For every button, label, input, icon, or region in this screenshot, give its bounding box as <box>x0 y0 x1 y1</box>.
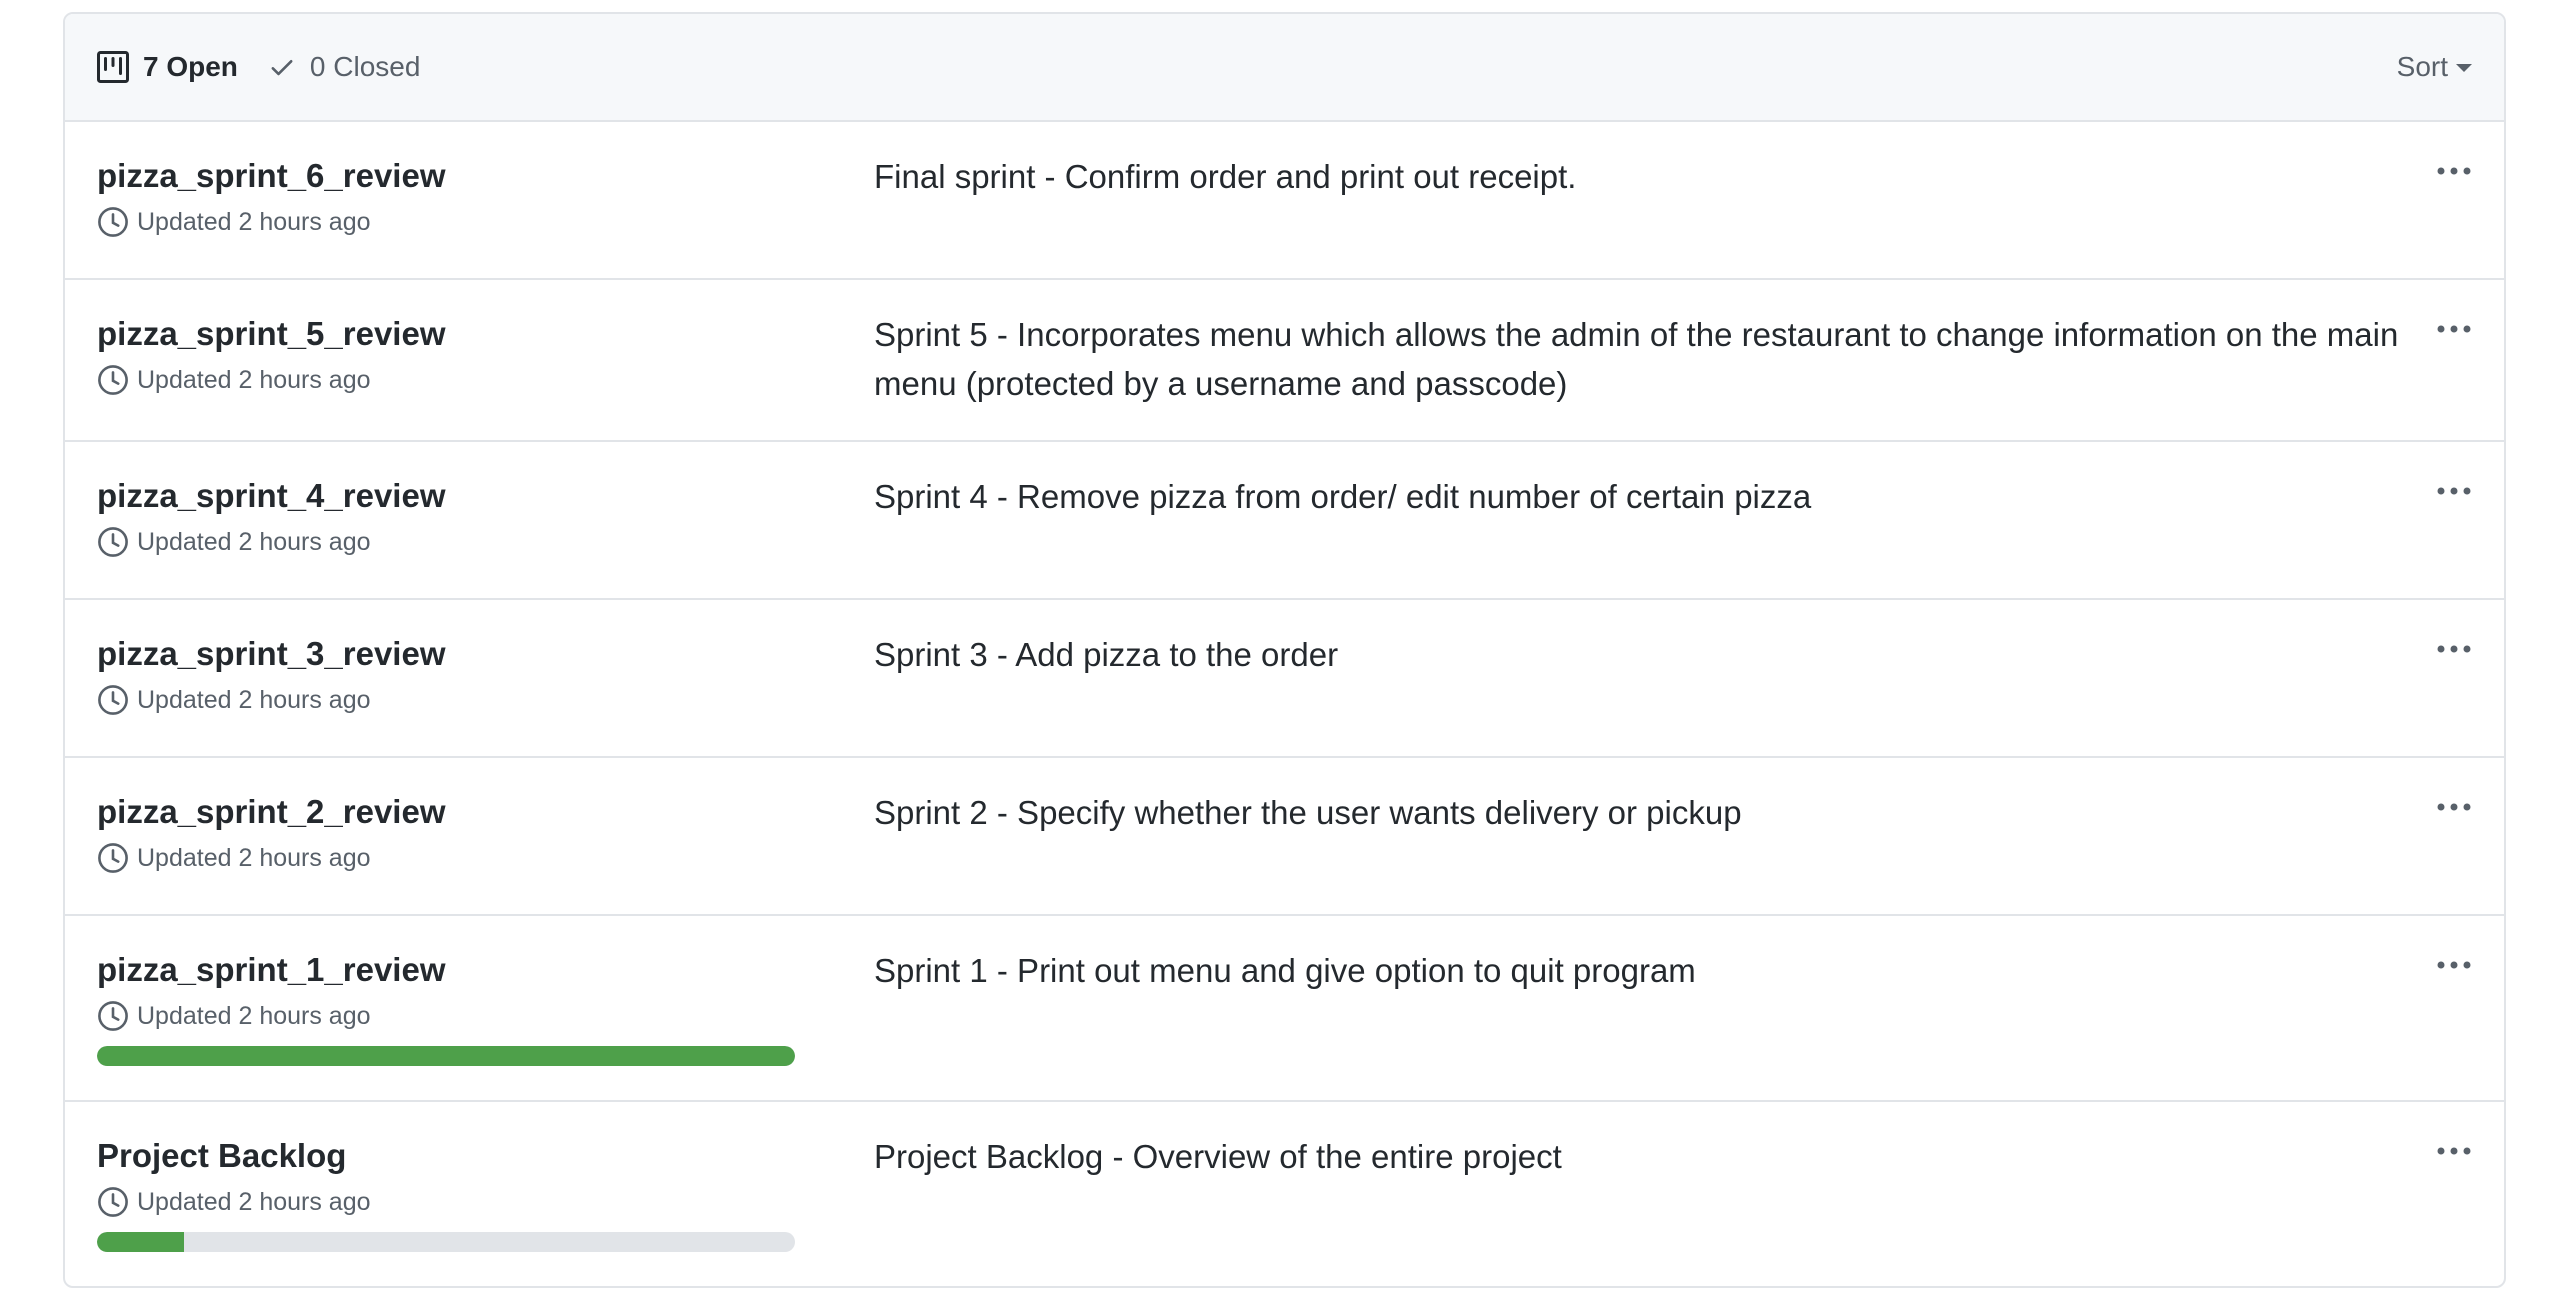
project-title-link[interactable]: pizza_sprint_3_review <box>97 634 797 674</box>
clock-icon <box>98 1001 128 1031</box>
updated-text: Updated 2 hours ago <box>137 208 371 236</box>
clock-icon <box>98 1187 128 1217</box>
closed-count-label: 0 Closed <box>309 51 421 82</box>
kebab-horizontal-icon <box>2437 803 2471 811</box>
open-filter[interactable]: 7 Open <box>97 51 238 83</box>
project-title-link[interactable]: Project Backlog <box>97 1136 797 1176</box>
project-description: Sprint 3 - Add pizza to the order <box>874 636 1339 673</box>
kebab-horizontal-icon <box>2437 325 2471 333</box>
clock-icon <box>98 207 128 237</box>
kebab-horizontal-icon <box>2437 167 2471 175</box>
project-title-link[interactable]: pizza_sprint_1_review <box>97 950 797 990</box>
project-meta: pizza_sprint_6_review Updated 2 hours ag… <box>97 156 797 238</box>
kebab-horizontal-icon <box>2437 645 2471 653</box>
more-options-button[interactable] <box>2434 950 2474 980</box>
project-description: Sprint 4 - Remove pizza from order/ edit… <box>874 478 1812 515</box>
clock-icon <box>98 365 128 395</box>
updated-text: Updated 2 hours ago <box>137 366 371 394</box>
updated-text: Updated 2 hours ago <box>137 1188 371 1216</box>
project-row: pizza_sprint_2_review Updated 2 hours ag… <box>65 758 2504 916</box>
project-row: pizza_sprint_1_review Updated 2 hours ag… <box>65 916 2504 1102</box>
project-meta: pizza_sprint_4_review Updated 2 hours ag… <box>97 476 797 558</box>
project-meta: pizza_sprint_1_review Updated 2 hours ag… <box>97 950 797 1066</box>
updated-text: Updated 2 hours ago <box>137 1002 371 1030</box>
updated-text: Updated 2 hours ago <box>137 844 371 872</box>
project-title-link[interactable]: pizza_sprint_4_review <box>97 476 797 516</box>
project-updated: Updated 2 hours ago <box>97 364 797 396</box>
project-description: Project Backlog - Overview of the entire… <box>874 1138 1562 1175</box>
project-updated: Updated 2 hours ago <box>97 1186 797 1218</box>
more-options-button[interactable] <box>2434 156 2474 186</box>
more-options-button[interactable] <box>2434 792 2474 822</box>
progress-bar <box>97 1046 795 1066</box>
more-options-button[interactable] <box>2434 634 2474 664</box>
more-options-button[interactable] <box>2434 476 2474 506</box>
closed-filter[interactable]: 0 Closed <box>268 51 421 83</box>
project-updated: Updated 2 hours ago <box>97 842 797 874</box>
project-title-link[interactable]: pizza_sprint_6_review <box>97 156 797 196</box>
project-row: pizza_sprint_6_review Updated 2 hours ag… <box>65 122 2504 280</box>
project-board-icon <box>97 51 129 83</box>
project-description: Sprint 2 - Specify whether the user want… <box>874 794 1742 831</box>
projects-list: 7 Open 0 Closed Sort pizza_sprint_6_revi… <box>63 12 2506 1288</box>
more-options-button[interactable] <box>2434 314 2474 344</box>
project-updated: Updated 2 hours ago <box>97 1000 797 1032</box>
projects-list-header: 7 Open 0 Closed Sort <box>65 14 2504 122</box>
updated-text: Updated 2 hours ago <box>137 528 371 556</box>
progress-bar <box>97 1232 795 1252</box>
project-row: Project Backlog Updated 2 hours ago Proj… <box>65 1102 2504 1286</box>
project-updated: Updated 2 hours ago <box>97 684 797 716</box>
project-updated: Updated 2 hours ago <box>97 526 797 558</box>
caret-down-icon <box>2456 64 2472 72</box>
project-row: pizza_sprint_5_review Updated 2 hours ag… <box>65 280 2504 442</box>
more-options-button[interactable] <box>2434 1136 2474 1166</box>
project-row: pizza_sprint_3_review Updated 2 hours ag… <box>65 600 2504 758</box>
updated-text: Updated 2 hours ago <box>137 686 371 714</box>
clock-icon <box>98 527 128 557</box>
progress-bar-fill <box>97 1232 185 1252</box>
kebab-horizontal-icon <box>2437 1147 2471 1155</box>
sort-dropdown[interactable]: Sort <box>2397 51 2472 83</box>
project-description: Final sprint - Confirm order and print o… <box>874 158 1577 195</box>
project-row: pizza_sprint_4_review Updated 2 hours ag… <box>65 442 2504 600</box>
project-meta: pizza_sprint_3_review Updated 2 hours ag… <box>97 634 797 716</box>
open-count-label: 7 Open <box>143 51 238 82</box>
project-meta: Project Backlog Updated 2 hours ago <box>97 1136 797 1252</box>
kebab-horizontal-icon <box>2437 487 2471 495</box>
project-description: Sprint 1 - Print out menu and give optio… <box>874 952 1696 989</box>
progress-bar-fill <box>97 1046 795 1066</box>
clock-icon <box>98 843 128 873</box>
project-meta: pizza_sprint_5_review Updated 2 hours ag… <box>97 314 797 396</box>
check-icon <box>271 60 293 76</box>
project-description: Sprint 5 - Incorporates menu which allow… <box>874 316 2399 402</box>
sort-label: Sort <box>2396 51 2448 82</box>
kebab-horizontal-icon <box>2437 961 2471 969</box>
project-title-link[interactable]: pizza_sprint_5_review <box>97 314 797 354</box>
project-updated: Updated 2 hours ago <box>97 206 797 238</box>
project-meta: pizza_sprint_2_review Updated 2 hours ag… <box>97 792 797 874</box>
clock-icon <box>98 685 128 715</box>
project-title-link[interactable]: pizza_sprint_2_review <box>97 792 797 832</box>
